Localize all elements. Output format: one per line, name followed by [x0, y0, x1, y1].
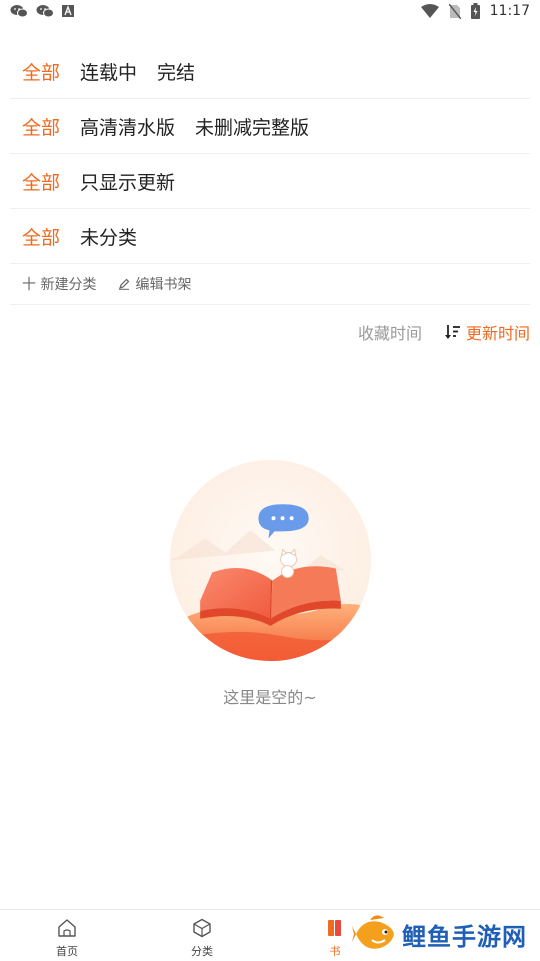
new-category-label: 十 新建分类: [22, 277, 97, 293]
status-bar-left: [10, 4, 74, 18]
battery-charging-icon: [470, 3, 480, 19]
no-sim-icon: [448, 3, 461, 19]
cube-icon: [193, 918, 211, 938]
filter-option-all[interactable]: 全部: [22, 223, 60, 250]
filter-row-version: 全部 高清清水版 未删减完整版: [10, 99, 530, 154]
sort-bar: 收藏时间 更新时间: [358, 320, 530, 344]
shelf-tools: 十 新建分类 编辑书架: [10, 264, 530, 305]
status-bar-right: 11:17: [420, 3, 530, 19]
filter-row-update: 全部 只显示更新: [10, 154, 530, 209]
filter-option-uncategorized[interactable]: 未分类: [80, 223, 137, 250]
watermark: 鲤鱼手游网: [352, 912, 527, 956]
bookshelf-icon: [328, 920, 341, 936]
filter-panel: 全部 连载中 完结 全部 高清清水版 未删减完整版 全部 只显示更新 全部 未分…: [10, 44, 530, 305]
filter-option-completed[interactable]: 完结: [157, 58, 195, 85]
app-icon: [62, 5, 74, 17]
pencil-icon: [119, 278, 130, 290]
watermark-text: 鲤鱼手游网: [402, 922, 527, 951]
sort-by-collect-time[interactable]: 收藏时间: [358, 320, 422, 344]
sort-descending-icon: [444, 325, 460, 339]
filter-option-all[interactable]: 全部: [22, 168, 60, 195]
filter-option-all[interactable]: 全部: [22, 58, 60, 85]
empty-state-text: 这里是空的~: [223, 688, 317, 707]
filter-option-serializing[interactable]: 连载中: [80, 58, 137, 85]
filter-row-category: 全部 未分类: [10, 209, 530, 264]
filter-option-uncut[interactable]: 未删减完整版: [195, 113, 309, 140]
home-icon: [58, 919, 76, 937]
nav-category-label: 分类: [191, 945, 213, 958]
status-time: 11:17: [489, 3, 530, 19]
sort-update-time-label: 更新时间: [465, 324, 530, 343]
status-bar: 11:17: [0, 0, 540, 24]
filter-option-all[interactable]: 全部: [22, 113, 60, 140]
filter-row-status: 全部 连载中 完结: [10, 44, 530, 99]
wechat-icon: [36, 5, 54, 18]
fish-logo-icon: [352, 915, 394, 949]
nav-home[interactable]: 首页: [37, 918, 97, 959]
filter-option-hd-clean[interactable]: 高清清水版: [80, 113, 175, 140]
edit-shelf-button[interactable]: 编辑书架: [118, 274, 191, 294]
nav-category[interactable]: 分类: [172, 918, 232, 959]
new-category-button[interactable]: 十 新建分类: [22, 274, 96, 294]
wechat-icon: [10, 5, 28, 18]
empty-book-illustration: [170, 460, 371, 661]
filter-option-only-updated[interactable]: 只显示更新: [80, 168, 175, 195]
edit-shelf-label: 编辑书架: [135, 277, 192, 293]
sort-by-update-time[interactable]: 更新时间: [444, 320, 530, 344]
nav-home-label: 首页: [56, 945, 78, 958]
wifi-icon: [420, 4, 439, 18]
